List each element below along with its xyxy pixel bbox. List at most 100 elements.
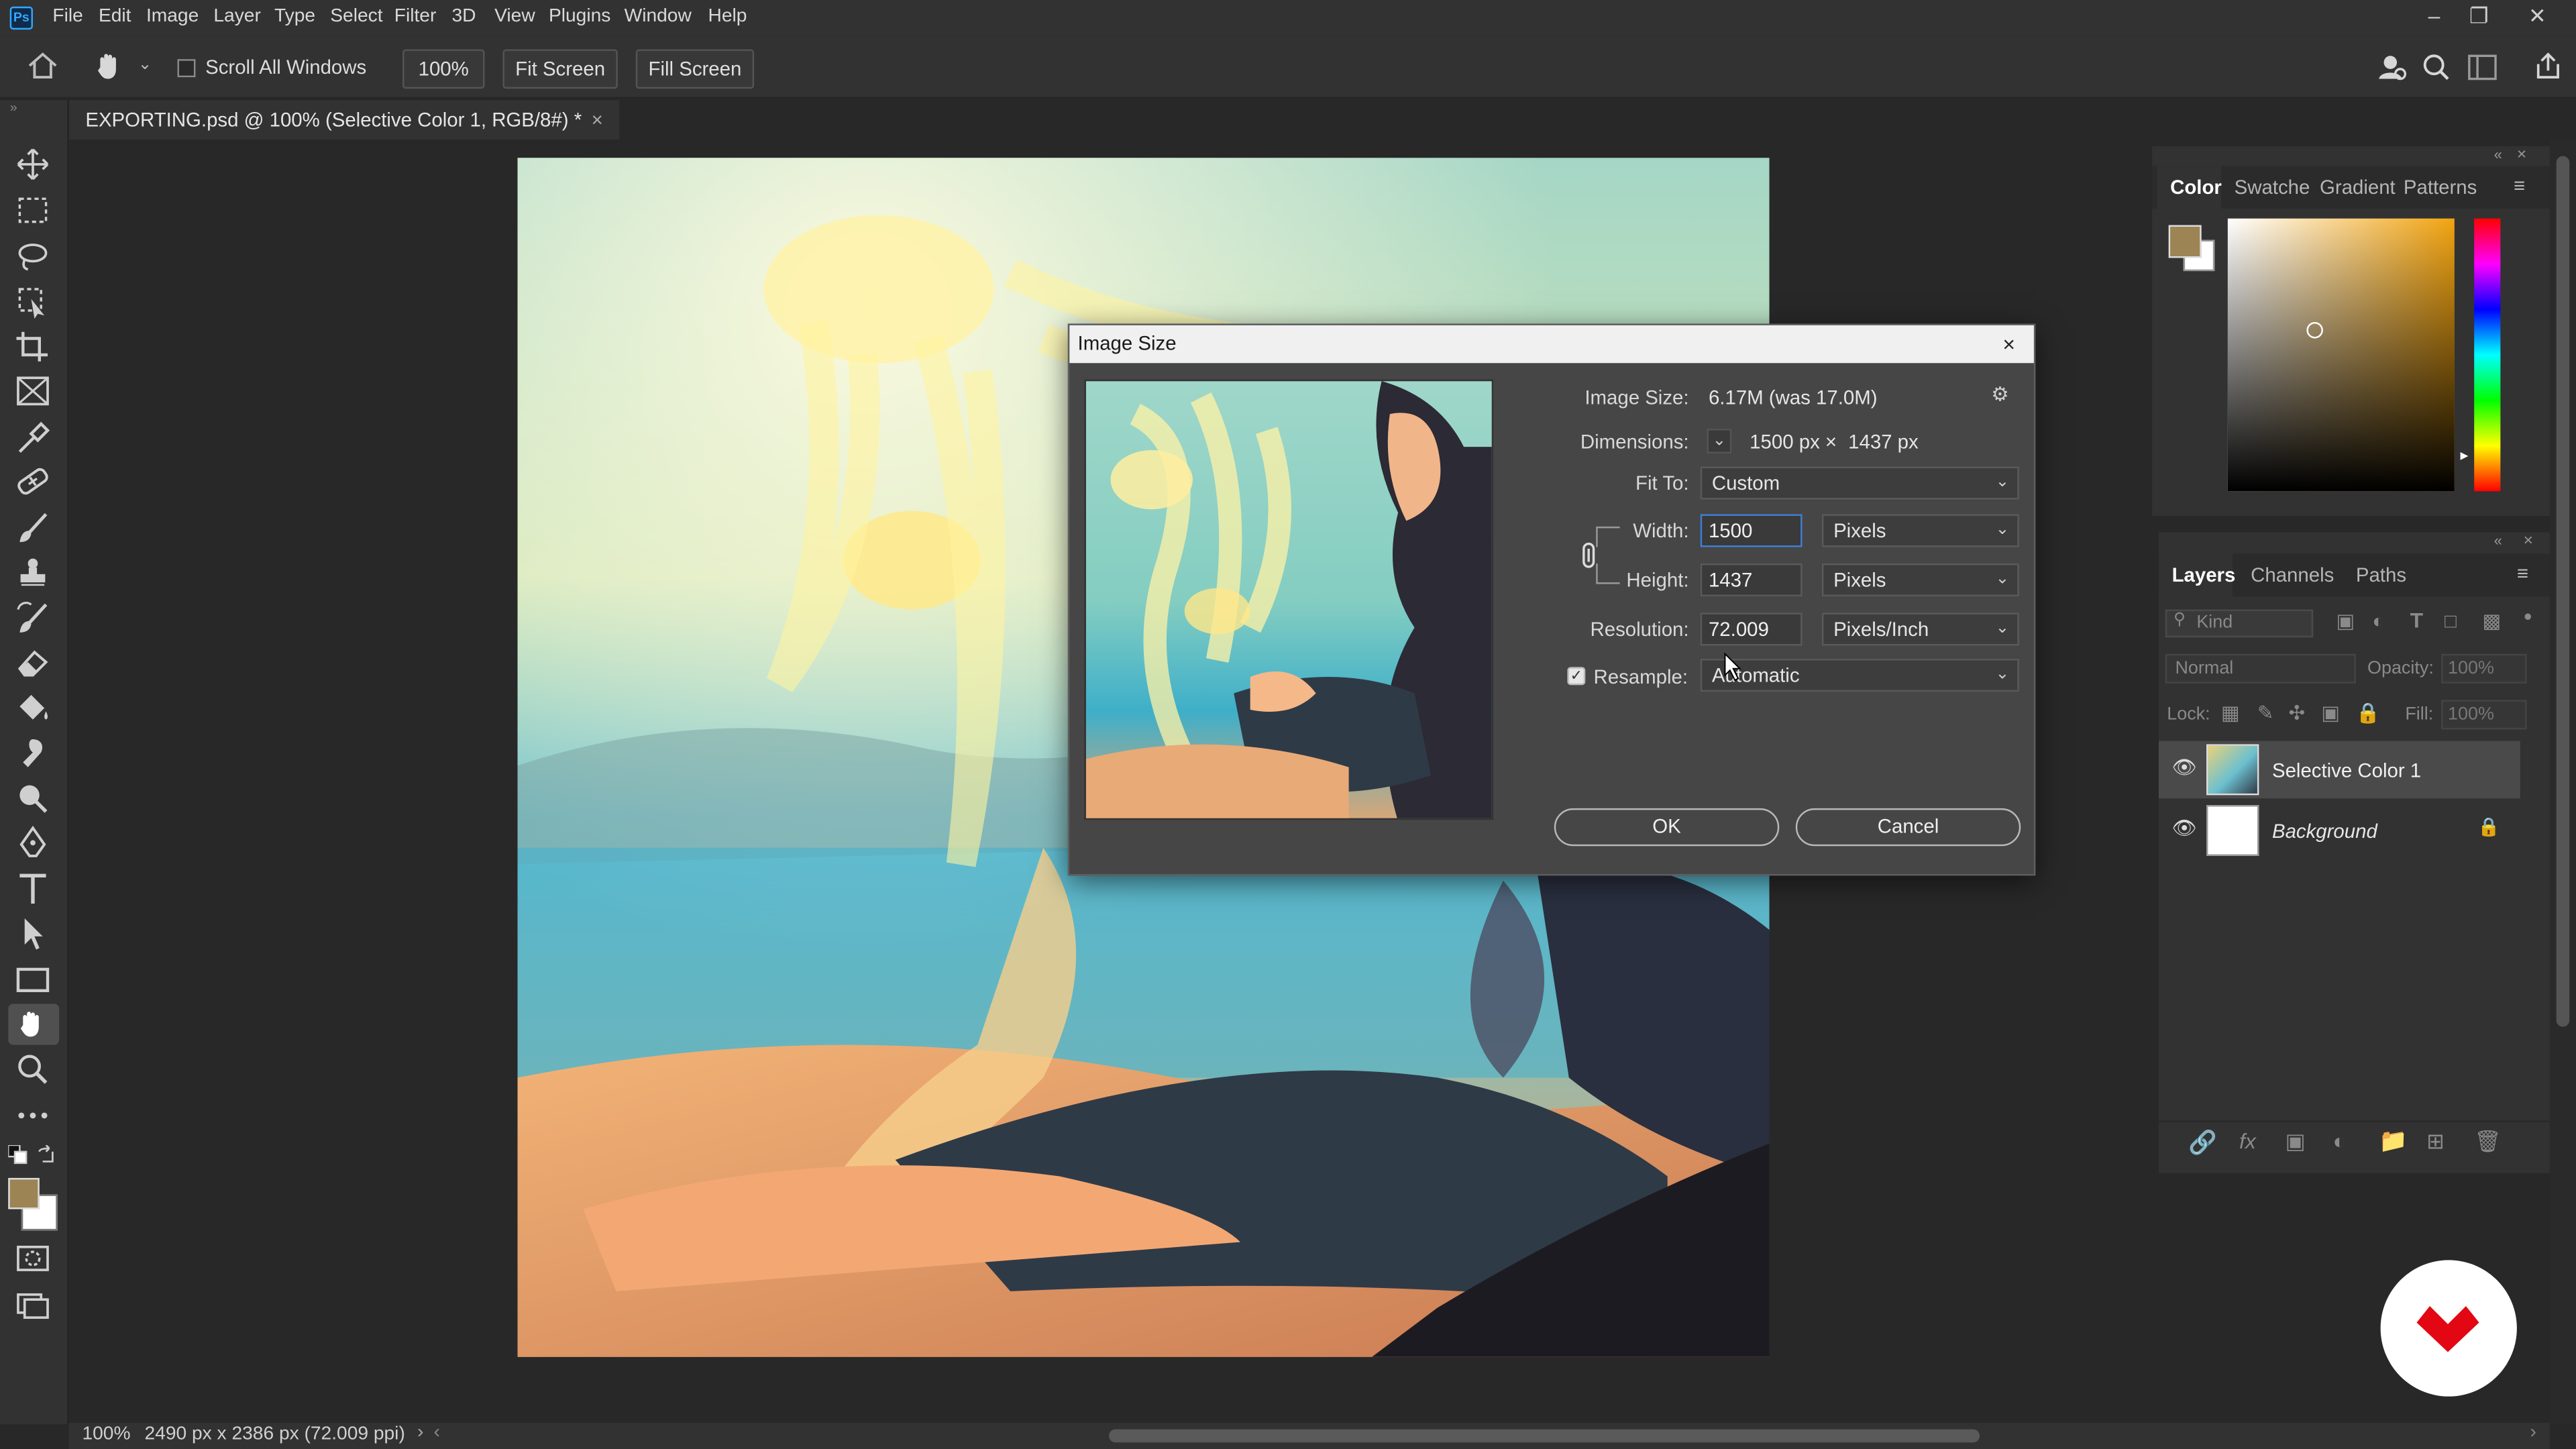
dialog-close-icon[interactable]: × (2002, 325, 2015, 363)
delete-layer-icon[interactable]: 🗑 (2474, 1128, 2501, 1155)
opacity-input[interactable]: 100% (2441, 653, 2527, 684)
filter-toggle-icon[interactable]: ● (2524, 608, 2532, 624)
tab-channels[interactable]: Channels (2251, 564, 2334, 586)
vertical-scrollbar[interactable] (2549, 140, 2576, 1425)
smudge-tool-icon[interactable] (13, 735, 53, 771)
settings-gear-icon[interactable]: ⚙ (1991, 383, 2008, 406)
ok-button[interactable]: OK (1554, 808, 1780, 847)
user-search-icon[interactable] (2375, 51, 2408, 84)
foreground-color-swatch[interactable] (8, 1177, 40, 1210)
lock-transparent-icon[interactable]: ▦ (2221, 702, 2240, 724)
eyedropper-tool-icon[interactable] (13, 419, 53, 455)
menu-file[interactable]: File (52, 7, 83, 26)
adjustment-layer-icon[interactable]: ◐ (2333, 1128, 2346, 1153)
layers-close-icon[interactable]: × (2524, 532, 2533, 550)
type-tool-icon[interactable] (13, 871, 53, 907)
dialog-title-bar[interactable]: Image Size × (1069, 325, 2034, 364)
menu-filter[interactable]: Filter (394, 7, 437, 26)
clone-stamp-tool-icon[interactable] (13, 553, 53, 590)
healing-brush-tool-icon[interactable] (13, 464, 53, 500)
menu-edit[interactable]: Edit (99, 7, 131, 26)
hand-tool-icon[interactable] (92, 49, 125, 82)
image-preview[interactable] (1084, 379, 1494, 820)
visibility-eye-icon[interactable]: 👁 (2172, 756, 2197, 779)
paint-bucket-tool-icon[interactable] (13, 690, 53, 727)
panel-close-icon[interactable]: × (2517, 146, 2526, 164)
height-input[interactable]: 1437 (1700, 564, 1803, 596)
color-panel-menu-icon[interactable]: ≡ (2514, 174, 2525, 197)
share-icon[interactable] (2533, 51, 2563, 80)
menu-plugins[interactable]: Plugins (549, 7, 610, 26)
layer-row-selective-color[interactable]: 👁 Selective Color 1 (2158, 741, 2520, 799)
zoom-tool-icon[interactable] (13, 1051, 53, 1087)
path-selection-tool-icon[interactable] (13, 915, 53, 951)
fit-to-select[interactable]: Custom ⌄ (1700, 466, 2019, 500)
tab-color[interactable]: Color (2170, 176, 2222, 199)
close-tab-icon[interactable]: × (592, 100, 603, 140)
color-field[interactable] (2227, 218, 2455, 492)
workspace-icon[interactable] (2467, 54, 2497, 80)
new-group-icon[interactable]: 📁 (2379, 1127, 2408, 1155)
width-input[interactable]: 1500 (1700, 514, 1803, 547)
menu-view[interactable]: View (494, 7, 535, 26)
layer-name[interactable]: Selective Color 1 (2272, 759, 2421, 782)
history-brush-tool-icon[interactable] (13, 600, 53, 636)
filter-shape-icon[interactable]: □ (2445, 610, 2457, 633)
new-layer-icon[interactable]: ⊞ (2426, 1128, 2445, 1155)
layers-collapse-icon[interactable]: « (2494, 532, 2502, 548)
menu-image[interactable]: Image (146, 7, 199, 26)
menu-layer[interactable]: Layer (213, 7, 260, 26)
fill-input[interactable]: 100% (2441, 700, 2527, 730)
marquee-tool-icon[interactable] (13, 193, 53, 229)
hue-slider-handle-icon[interactable]: ► (2458, 449, 2471, 464)
eraser-tool-icon[interactable] (13, 644, 53, 680)
minimize-icon[interactable]: – (2428, 3, 2440, 28)
frame-tool-icon[interactable] (13, 373, 53, 409)
resolution-input[interactable]: 72.009 (1700, 612, 1803, 646)
zoom-100-button[interactable]: 100% (402, 49, 485, 89)
filter-smart-object-icon[interactable]: ▩ (2482, 610, 2501, 633)
color-picker-handle[interactable] (2306, 322, 2323, 339)
layer-filter-kind[interactable]: Kind (2165, 609, 2314, 638)
add-mask-icon[interactable]: ▣ (2286, 1128, 2306, 1155)
layer-style-fx-icon[interactable]: fx (2239, 1128, 2256, 1153)
fit-screen-button[interactable]: Fit Screen (502, 49, 618, 89)
cancel-button[interactable]: Cancel (1795, 808, 2021, 847)
default-colors-icon[interactable] (8, 1144, 28, 1165)
filter-adjustment-icon[interactable]: ◐ (2372, 610, 2384, 633)
tool-preset-chevron-icon[interactable]: ⌄ (138, 56, 152, 74)
resolution-unit-select[interactable]: Pixels/Inch ⌄ (1821, 612, 2019, 646)
filter-type-icon[interactable]: T (2410, 608, 2423, 633)
object-selection-tool-icon[interactable] (13, 284, 53, 321)
fill-screen-button[interactable]: Fill Screen (635, 49, 755, 89)
document-tab[interactable]: EXPORTING.psd @ 100% (Selective Color 1,… (68, 100, 620, 140)
layer-row-background[interactable]: 👁 Background 🔒 (2159, 802, 2520, 859)
quick-mask-icon[interactable] (13, 1240, 53, 1277)
filter-pixel-icon[interactable]: ▣ (2336, 610, 2355, 633)
panel-foreground-swatch[interactable] (2168, 225, 2202, 258)
status-zoom[interactable]: 100% (82, 1424, 130, 1444)
pen-tool-icon[interactable] (13, 824, 53, 861)
panel-collapse-icon[interactable]: « (2494, 146, 2502, 162)
more-tools-icon[interactable] (13, 1097, 53, 1134)
link-layers-icon[interactable]: 🔗 (2188, 1128, 2217, 1157)
screen-mode-icon[interactable] (13, 1287, 53, 1323)
tab-patterns[interactable]: Patterns (2404, 176, 2477, 199)
visibility-eye-icon[interactable]: 👁 (2172, 816, 2197, 839)
height-unit-select[interactable]: Pixels ⌄ (1821, 564, 2019, 596)
scroll-left-icon[interactable]: ‹ (434, 1423, 440, 1442)
lock-all-icon[interactable]: 🔒 (2356, 702, 2381, 724)
layers-panel-menu-icon[interactable]: ≡ (2517, 562, 2528, 585)
lock-position-icon[interactable]: ✣ (2288, 702, 2305, 724)
resample-checkbox[interactable]: ✓ (1567, 667, 1586, 686)
status-info-chevron-icon[interactable]: › (417, 1423, 423, 1442)
crop-tool-icon[interactable] (13, 329, 53, 365)
lock-paint-icon[interactable]: ✎ (2257, 702, 2274, 724)
hue-slider[interactable] (2474, 218, 2501, 492)
lasso-tool-icon[interactable] (13, 238, 53, 274)
toolbar-collapse-icon[interactable]: » (10, 100, 17, 115)
dimensions-unit-dropdown[interactable]: ⌄ (1707, 429, 1732, 453)
lock-artboard-icon[interactable]: ▣ (2321, 702, 2340, 724)
menu-window[interactable]: Window (625, 7, 692, 26)
brush-tool-icon[interactable] (13, 509, 53, 545)
